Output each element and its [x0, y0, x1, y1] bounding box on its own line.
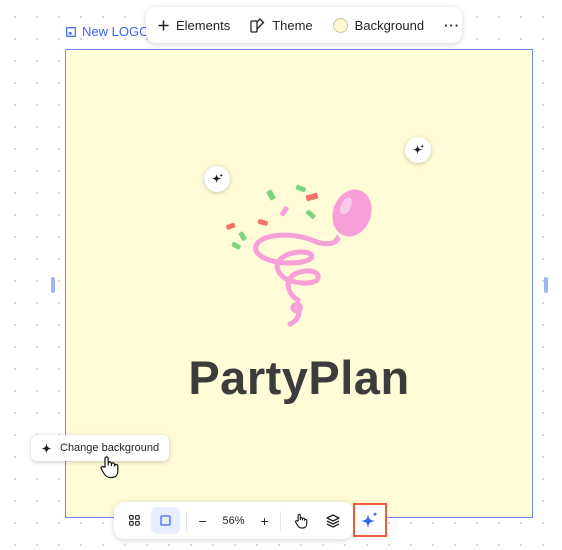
background-label: Background: [354, 17, 425, 33]
elements-label: Elements: [176, 17, 231, 33]
brand-name: PartyPlan: [188, 351, 410, 404]
ai-assistant-button[interactable]: [353, 503, 387, 537]
single-frame-button[interactable]: [150, 507, 180, 534]
change-background-label: Change background: [60, 442, 160, 454]
background-swatch: [332, 17, 348, 33]
zoom-level: 56%: [222, 514, 245, 527]
theme-icon: [250, 17, 265, 33]
sparkle-icon: [41, 442, 52, 454]
background-button[interactable]: Background: [323, 7, 434, 43]
minus-icon: −: [198, 512, 207, 529]
grid-view-button[interactable]: [120, 507, 149, 534]
plus-icon: +: [260, 512, 269, 529]
right-resize-handle[interactable]: [544, 277, 548, 293]
frame-label[interactable]: New LOGO: [66, 24, 149, 39]
left-resize-handle[interactable]: [51, 277, 55, 293]
grid-icon: [129, 515, 140, 526]
bottom-toolbar: − 56% +: [114, 502, 353, 539]
top-toolbar: Elements Theme Background ···: [146, 7, 462, 43]
ai-sparkle-icon: [361, 511, 378, 528]
plus-icon: [158, 20, 169, 30]
hand-icon: [295, 513, 308, 529]
sparkle-icon: [412, 143, 424, 154]
layers-button[interactable]: [318, 507, 347, 534]
balloon-confetti-icon: [225, 184, 372, 327]
frame-icon: [66, 26, 76, 37]
more-options-button[interactable]: ···: [434, 7, 474, 43]
elements-button[interactable]: Elements: [146, 7, 240, 43]
pan-tool-button[interactable]: [287, 507, 316, 534]
layers-icon: [325, 513, 340, 528]
hand-cursor-icon: [100, 456, 119, 479]
theme-button[interactable]: Theme: [240, 7, 322, 43]
zoom-out-button[interactable]: −: [193, 507, 212, 534]
ai-suggest-button-right[interactable]: [405, 137, 431, 163]
more-icon: ···: [444, 17, 461, 33]
toolbar-divider: [280, 510, 282, 531]
theme-label: Theme: [272, 17, 313, 33]
toolbar-divider: [185, 510, 187, 531]
frame-label-text: New LOGO: [82, 24, 150, 39]
square-icon: [160, 515, 171, 526]
zoom-in-button[interactable]: +: [255, 507, 274, 534]
